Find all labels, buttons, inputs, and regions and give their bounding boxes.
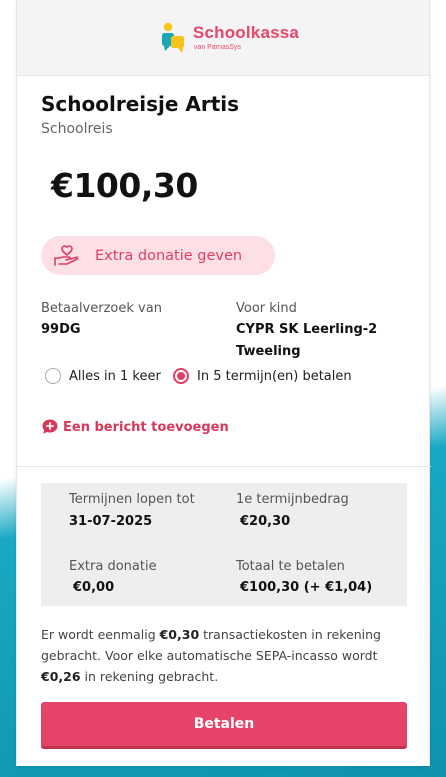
fee-once: €0,30 xyxy=(159,627,200,642)
child-value-line2: Tweeling xyxy=(236,344,301,359)
brand-name: Schoolkassa xyxy=(192,23,300,42)
pay-installments-label: In 5 termijn(en) betalen xyxy=(197,368,352,384)
pay-installments-option[interactable]: In 5 termijn(en) betalen xyxy=(173,368,352,384)
brand-sub: van ParnasSys xyxy=(193,44,242,51)
first-term-label: 1e termijnbedrag xyxy=(236,492,349,507)
payment-amount: €100,30 xyxy=(51,166,198,205)
info-text-3: in rekening gebracht. xyxy=(80,669,219,684)
payment-category: Schoolreis xyxy=(41,121,113,137)
total-label: Totaal te betalen xyxy=(236,559,345,574)
schoolkassa-logo-icon xyxy=(161,22,184,53)
page-title: Schoolreisje Artis xyxy=(41,92,240,116)
term-end-label: Termijnen lopen tot xyxy=(69,492,195,507)
pay-once-radio[interactable] xyxy=(45,368,61,384)
extra-donation-button[interactable]: Extra donatie geven xyxy=(41,236,275,275)
donation-value: €0,00 xyxy=(73,580,115,595)
chat-plus-icon xyxy=(42,419,58,434)
section-divider xyxy=(17,466,431,467)
add-message-label: Een bericht toevoegen xyxy=(63,419,229,435)
pay-once-label: Alles in 1 keer xyxy=(69,368,161,384)
add-message-link[interactable]: Een bericht toevoegen xyxy=(41,418,229,436)
total-value: €100,30 (+ €1,04) xyxy=(240,580,373,595)
transaction-fee-info: Er wordt eenmalig €0,30 transactiekosten… xyxy=(41,624,391,687)
pay-once-option[interactable]: Alles in 1 keer xyxy=(45,368,161,384)
pay-installments-radio[interactable] xyxy=(173,368,189,384)
request-from-label: Betaalverzoek van xyxy=(41,301,162,316)
payment-card: Schoolkassa van ParnasSys Schoolreisje A… xyxy=(16,0,431,766)
hand-heart-icon xyxy=(54,244,79,266)
donation-label: Extra donatie xyxy=(69,559,157,574)
extra-donation-label: Extra donatie geven xyxy=(95,247,243,264)
payment-summary: Termijnen lopen tot 31-07-2025 1e termij… xyxy=(41,483,407,606)
request-from-value: 99DG xyxy=(41,322,81,337)
pay-button[interactable]: Betalen xyxy=(41,702,407,749)
fee-each: €0,26 xyxy=(41,669,81,684)
child-label: Voor kind xyxy=(236,301,297,316)
first-term-value: €20,30 xyxy=(240,514,291,529)
info-text-1: Er wordt eenmalig xyxy=(41,627,160,642)
header: Schoolkassa van ParnasSys xyxy=(17,0,429,76)
pay-button-label: Betalen xyxy=(193,716,255,732)
term-end-value: 31-07-2025 xyxy=(69,514,153,529)
schoolkassa-logo[interactable]: Schoolkassa van ParnasSys xyxy=(161,22,299,54)
child-value-line1: CYPR SK Leerling-2 xyxy=(236,322,378,337)
